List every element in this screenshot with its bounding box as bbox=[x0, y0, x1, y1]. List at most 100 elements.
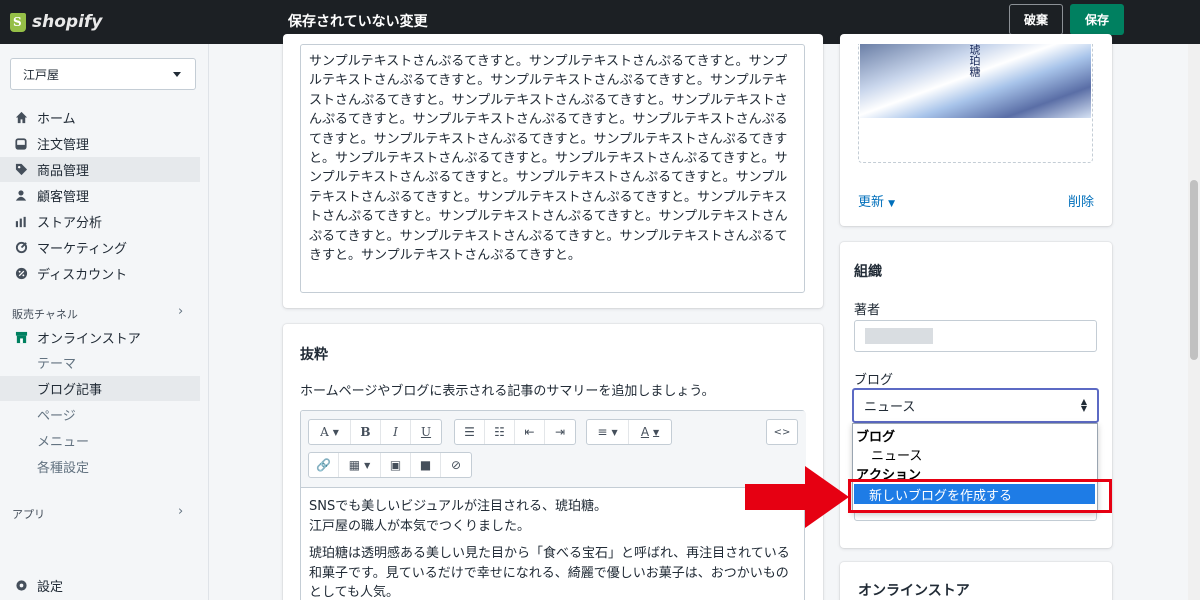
blog-label: ブログ bbox=[854, 373, 894, 388]
excerpt-paragraph: 琥珀糖は透明感ある美しい見た目から「食べる宝石」と呼ばれ、再注目されている和菓子… bbox=[309, 546, 790, 600]
image-icon[interactable]: ▣ bbox=[381, 453, 411, 477]
sidebar-item-label: 顧客管理 bbox=[37, 190, 90, 205]
sidebar-subitem-blog-posts[interactable]: ブログ記事 bbox=[0, 376, 200, 401]
body-editor[interactable]: サンプルテキストさんぷるてきすと。サンプルテキストさんぷるてきすと。サンプルテキ… bbox=[300, 44, 805, 293]
align-icon[interactable]: ≡ ▼ bbox=[587, 420, 629, 444]
sidebar-subitem-menus[interactable]: メニュー bbox=[0, 428, 200, 453]
analytics-icon bbox=[14, 215, 28, 229]
store-icon bbox=[14, 331, 28, 345]
sidebar-subitem-pages[interactable]: ページ bbox=[0, 402, 200, 427]
scrollbar-thumb[interactable] bbox=[1190, 180, 1198, 360]
chevron-right-icon[interactable]: › bbox=[178, 304, 183, 319]
red-arrow-icon bbox=[745, 466, 849, 528]
bullet-list-icon[interactable]: ☰ bbox=[455, 420, 485, 444]
sidebar-item-label: オンラインストア bbox=[37, 332, 141, 347]
excerpt-title: 抜粋 bbox=[300, 347, 328, 363]
author-input[interactable] bbox=[854, 320, 1097, 352]
toolbar-group-format: A ▼ B I U bbox=[308, 419, 442, 445]
store-selector[interactable]: 江戸屋 bbox=[10, 58, 196, 90]
sales-channels-label: 販売チャネル bbox=[12, 308, 78, 321]
excerpt-card: 抜粋 ホームページやブログに表示される記事のサマリーを追加しましょう。 A ▼ B… bbox=[283, 324, 823, 600]
link-icon[interactable]: 🔗 bbox=[309, 453, 339, 477]
sidebar-item-analytics[interactable]: ストア分析 bbox=[0, 209, 200, 234]
online-store-card: オンラインストア bbox=[840, 562, 1112, 600]
numbered-list-icon[interactable]: ☷ bbox=[485, 420, 515, 444]
sidebar-item-orders[interactable]: 注文管理 bbox=[0, 131, 200, 156]
brand-name: shopify bbox=[32, 12, 103, 32]
sidebar: 江戸屋 ホーム 注文管理 商品管理 顧客管理 ストア分析 マーケティング ディス… bbox=[0, 44, 209, 600]
image-caption-text: 琥珀糖 bbox=[968, 44, 981, 77]
tag-icon bbox=[14, 163, 28, 177]
body-text: サンプルテキストさんぷるてきすと。サンプルテキストさんぷるてきすと。サンプルテキ… bbox=[309, 54, 788, 264]
toolbar-group-lists: ☰ ☷ ⇤ ⇥ bbox=[454, 419, 576, 445]
sidebar-item-customers[interactable]: 顧客管理 bbox=[0, 183, 200, 208]
discount-icon bbox=[14, 267, 28, 281]
organization-title: 組織 bbox=[854, 264, 882, 280]
blog-select[interactable]: ニュース ▲ ▼ bbox=[852, 388, 1099, 423]
content-card: サンプルテキストさんぷるてきすと。サンプルテキストさんぷるてきすと。サンプルテキ… bbox=[283, 34, 823, 308]
online-store-title: オンラインストア bbox=[858, 583, 970, 599]
delete-image-link[interactable]: 削除 bbox=[1068, 191, 1094, 210]
text-color-icon[interactable]: A ▼ bbox=[629, 420, 671, 444]
table-icon[interactable]: ▦ ▼ bbox=[339, 453, 381, 477]
sidebar-item-products[interactable]: 商品管理 bbox=[0, 157, 200, 182]
italic-button[interactable]: I bbox=[381, 420, 411, 444]
sidebar-item-label: ホーム bbox=[37, 112, 76, 127]
video-icon[interactable]: ■ bbox=[411, 453, 441, 477]
marketing-icon bbox=[14, 241, 28, 255]
toolbar-group-align: ≡ ▼ A ▼ bbox=[586, 419, 672, 445]
discard-button[interactable]: 破棄 bbox=[1009, 4, 1063, 35]
outdent-icon[interactable]: ⇤ bbox=[515, 420, 545, 444]
page-title: 保存されていない変更 bbox=[288, 14, 428, 30]
font-size-button[interactable]: A ▼ bbox=[309, 420, 351, 444]
apps-label: アプリ bbox=[12, 508, 45, 521]
sidebar-item-home[interactable]: ホーム bbox=[0, 105, 200, 130]
excerpt-editor[interactable]: A ▼ B I U ☰ ☷ ⇤ ⇥ ≡ ▼ A ▼ <> 🔗 ▦ ▼ ▣ ■ ⊘… bbox=[300, 410, 806, 600]
chevron-down-icon: ▼ bbox=[888, 199, 896, 209]
sidebar-item-label: ディスカウント bbox=[37, 268, 128, 283]
shopify-bag-icon bbox=[10, 12, 26, 32]
editor-toolbar: A ▼ B I U ☰ ☷ ⇤ ⇥ ≡ ▼ A ▼ <> 🔗 ▦ ▼ ▣ ■ ⊘ bbox=[301, 411, 806, 488]
sidebar-item-label: 注文管理 bbox=[37, 138, 90, 153]
sidebar-item-marketing[interactable]: マーケティング bbox=[0, 235, 200, 260]
orders-icon bbox=[14, 137, 28, 151]
chevron-right-icon[interactable]: › bbox=[178, 504, 183, 519]
customer-icon bbox=[14, 189, 28, 203]
blog-select-value: ニュース bbox=[864, 400, 916, 415]
underline-button[interactable]: U bbox=[411, 420, 441, 444]
dropdown-option-news[interactable]: ニュース bbox=[871, 445, 922, 464]
highlight-box bbox=[848, 479, 1112, 513]
shopify-logo[interactable]: shopify bbox=[0, 12, 210, 32]
clear-format-icon[interactable]: ⊘ bbox=[441, 453, 471, 477]
author-label: 著者 bbox=[854, 303, 881, 318]
excerpt-help-text: ホームページやブログに表示される記事のサマリーを追加しましょう。 bbox=[300, 384, 715, 399]
excerpt-line: SNSでも美しいビジュアルが注目される、琥珀糖。 bbox=[309, 499, 608, 514]
sidebar-item-label: ストア分析 bbox=[37, 216, 103, 231]
indent-icon[interactable]: ⇥ bbox=[545, 420, 575, 444]
store-name: 江戸屋 bbox=[23, 67, 60, 82]
toolbar-group-insert: 🔗 ▦ ▼ ▣ ■ ⊘ bbox=[308, 452, 472, 478]
toolbar-group-code: <> bbox=[766, 419, 798, 445]
excerpt-text: SNSでも美しいビジュアルが注目される、琥珀糖。 江戸屋の職人が本気でつくりまし… bbox=[309, 497, 797, 600]
sidebar-item-label: 商品管理 bbox=[37, 164, 90, 179]
excerpt-line: 江戸屋の職人が本気でつくりました。 bbox=[309, 518, 531, 534]
sidebar-subitem-themes[interactable]: テーマ bbox=[0, 350, 200, 375]
sidebar-item-label: マーケティング bbox=[37, 242, 127, 257]
sidebar-item-discounts[interactable]: ディスカウント bbox=[0, 261, 200, 286]
html-code-icon[interactable]: <> bbox=[767, 420, 797, 444]
redacted-author-name bbox=[865, 328, 933, 344]
update-label: 更新 bbox=[858, 195, 885, 210]
select-arrows-icon: ▲ ▼ bbox=[1080, 397, 1087, 413]
featured-image: 琥珀糖 bbox=[860, 44, 1091, 118]
gear-icon bbox=[14, 579, 28, 593]
sidebar-subitem-preferences[interactable]: 各種設定 bbox=[0, 454, 200, 479]
home-icon bbox=[14, 111, 28, 125]
bold-button[interactable]: B bbox=[351, 420, 381, 444]
dropdown-group-blog: ブログ bbox=[856, 430, 896, 445]
sidebar-item-label: 設定 bbox=[37, 580, 64, 595]
chevron-down-icon bbox=[173, 72, 181, 77]
save-button[interactable]: 保存 bbox=[1070, 4, 1124, 35]
sidebar-item-settings[interactable]: 設定 bbox=[0, 573, 200, 598]
update-image-link[interactable]: 更新 ▼ bbox=[858, 191, 895, 210]
sidebar-item-online-store[interactable]: オンラインストア bbox=[0, 325, 200, 350]
